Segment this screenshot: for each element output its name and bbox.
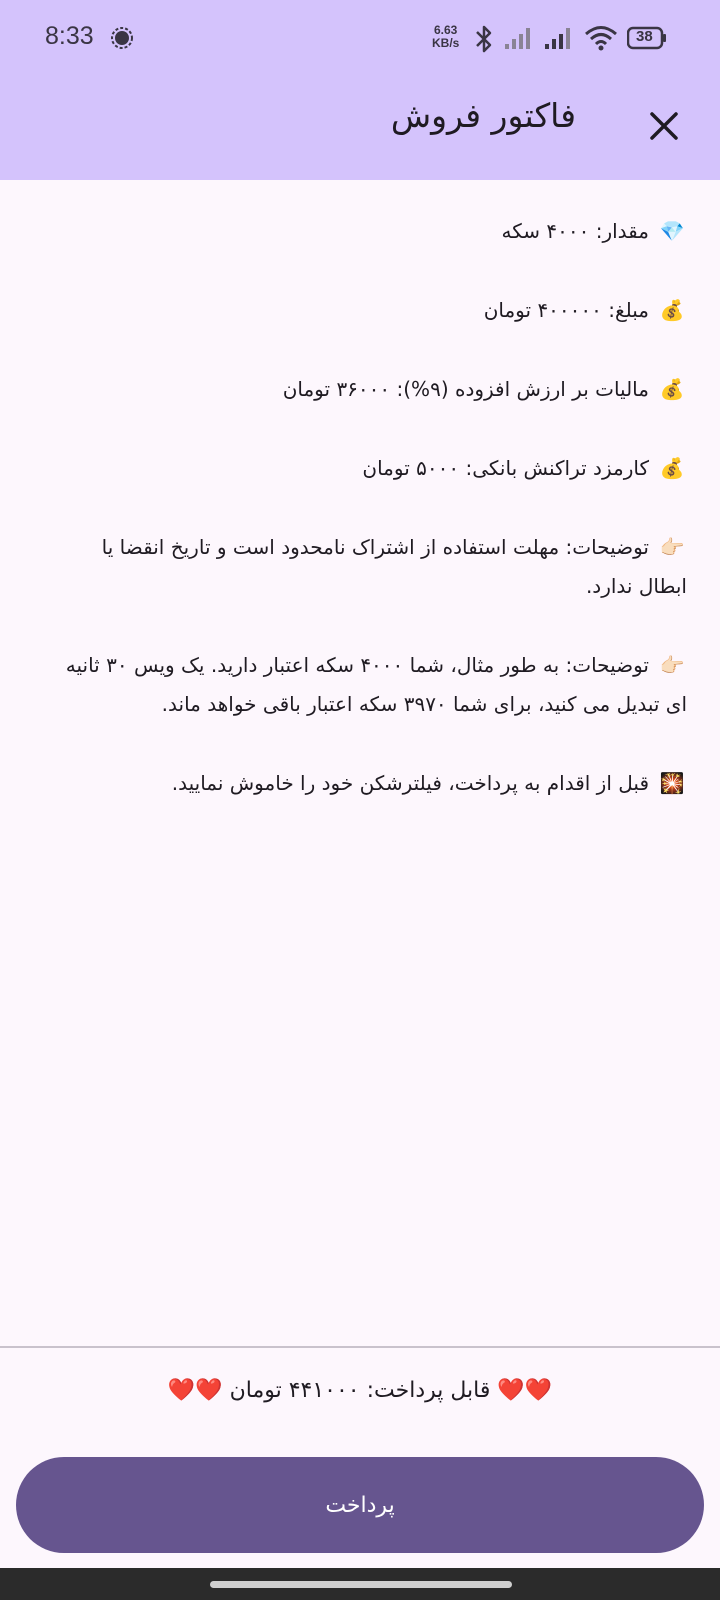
invoice-details: 💎 مقدار: ۴۰۰۰ سکه 💰 مبلغ: ۴۰۰۰۰۰ تومان 💰 ما… xyxy=(56,212,687,803)
price-line: 💰 مبلغ: ۴۰۰۰۰۰ تومان xyxy=(56,291,687,330)
status-bar: 8:33 6.63 KB/s 38 xyxy=(0,0,720,80)
payable-total: ❤️❤️ قابل پرداخت: ۴۴۱۰۰۰ تومان ❤️❤️ xyxy=(0,1378,720,1403)
signal-strength-icon xyxy=(545,28,570,49)
bluetooth-icon xyxy=(476,25,492,53)
fee-text: کارمزد تراکنش بانکی: ۵۰۰۰ تومان xyxy=(362,456,649,480)
note-example: 👉🏻توضیحات: به طور مثال، شما ۴۰۰۰ سکه اعت… xyxy=(56,646,687,724)
note-example-text: توضیحات: به طور مثال، شما ۴۰۰۰ سکه اعتبا… xyxy=(59,653,687,716)
home-gesture-handle[interactable] xyxy=(210,1581,512,1588)
hearts-icon: ❤️❤️ xyxy=(167,1378,223,1403)
vpn-warning: 🎇 قبل از اقدام به پرداخت، فیلترشکن خود را… xyxy=(56,764,687,803)
close-button[interactable] xyxy=(640,102,688,150)
payable-text: قابل پرداخت: ۴۴۱۰۰۰ تومان xyxy=(229,1378,491,1403)
hearts-icon: ❤️❤️ xyxy=(497,1378,553,1403)
money-bag-icon: 💰 xyxy=(659,377,685,401)
navigation-bar xyxy=(0,1568,720,1600)
note-subscription-text: توضیحات: مهلت استفاده از اشتراک نامحدود … xyxy=(95,535,687,598)
pay-button[interactable]: پرداخت xyxy=(16,1457,704,1553)
divider xyxy=(0,1346,720,1348)
status-time: 8:33 xyxy=(45,22,94,50)
firework-icon: 🎇 xyxy=(659,771,685,795)
pointing-hand-icon: 👉🏻 xyxy=(659,535,685,559)
pointing-hand-icon: 👉🏻 xyxy=(659,653,685,677)
battery-level: 38 xyxy=(636,28,653,45)
wifi-icon xyxy=(585,26,617,51)
page-title: فاکتور فروش xyxy=(390,96,576,135)
amount-text: مقدار: ۴۰۰۰ سکه xyxy=(501,219,650,243)
money-bag-icon: 💰 xyxy=(659,298,685,322)
app-bar xyxy=(0,80,720,180)
close-icon xyxy=(650,112,678,140)
diamond-icon: 💎 xyxy=(659,219,685,243)
tax-line: 💰 مالیات بر ارزش افزوده (۹%): ۳۶۰۰۰ تومان xyxy=(56,370,687,409)
signal-app-icon xyxy=(111,27,133,49)
note-subscription: 👉🏻توضیحات: مهلت استفاده از اشتراک نامحدو… xyxy=(56,528,687,606)
tax-text: مالیات بر ارزش افزوده (۹%): ۳۶۰۰۰ تومان xyxy=(282,377,649,401)
vpn-warning-text: قبل از اقدام به پرداخت، فیلترشکن خود را … xyxy=(171,771,649,795)
signal-strength-icon xyxy=(505,28,530,49)
money-bag-icon: 💰 xyxy=(659,456,685,480)
network-speed: 6.63 KB/s xyxy=(432,24,459,50)
net-speed-unit: KB/s xyxy=(432,36,460,50)
amount-line: 💎 مقدار: ۴۰۰۰ سکه xyxy=(56,212,687,251)
price-text: مبلغ: ۴۰۰۰۰۰ تومان xyxy=(483,298,649,322)
fee-line: 💰 کارمزد تراکنش بانکی: ۵۰۰۰ تومان xyxy=(56,449,687,488)
